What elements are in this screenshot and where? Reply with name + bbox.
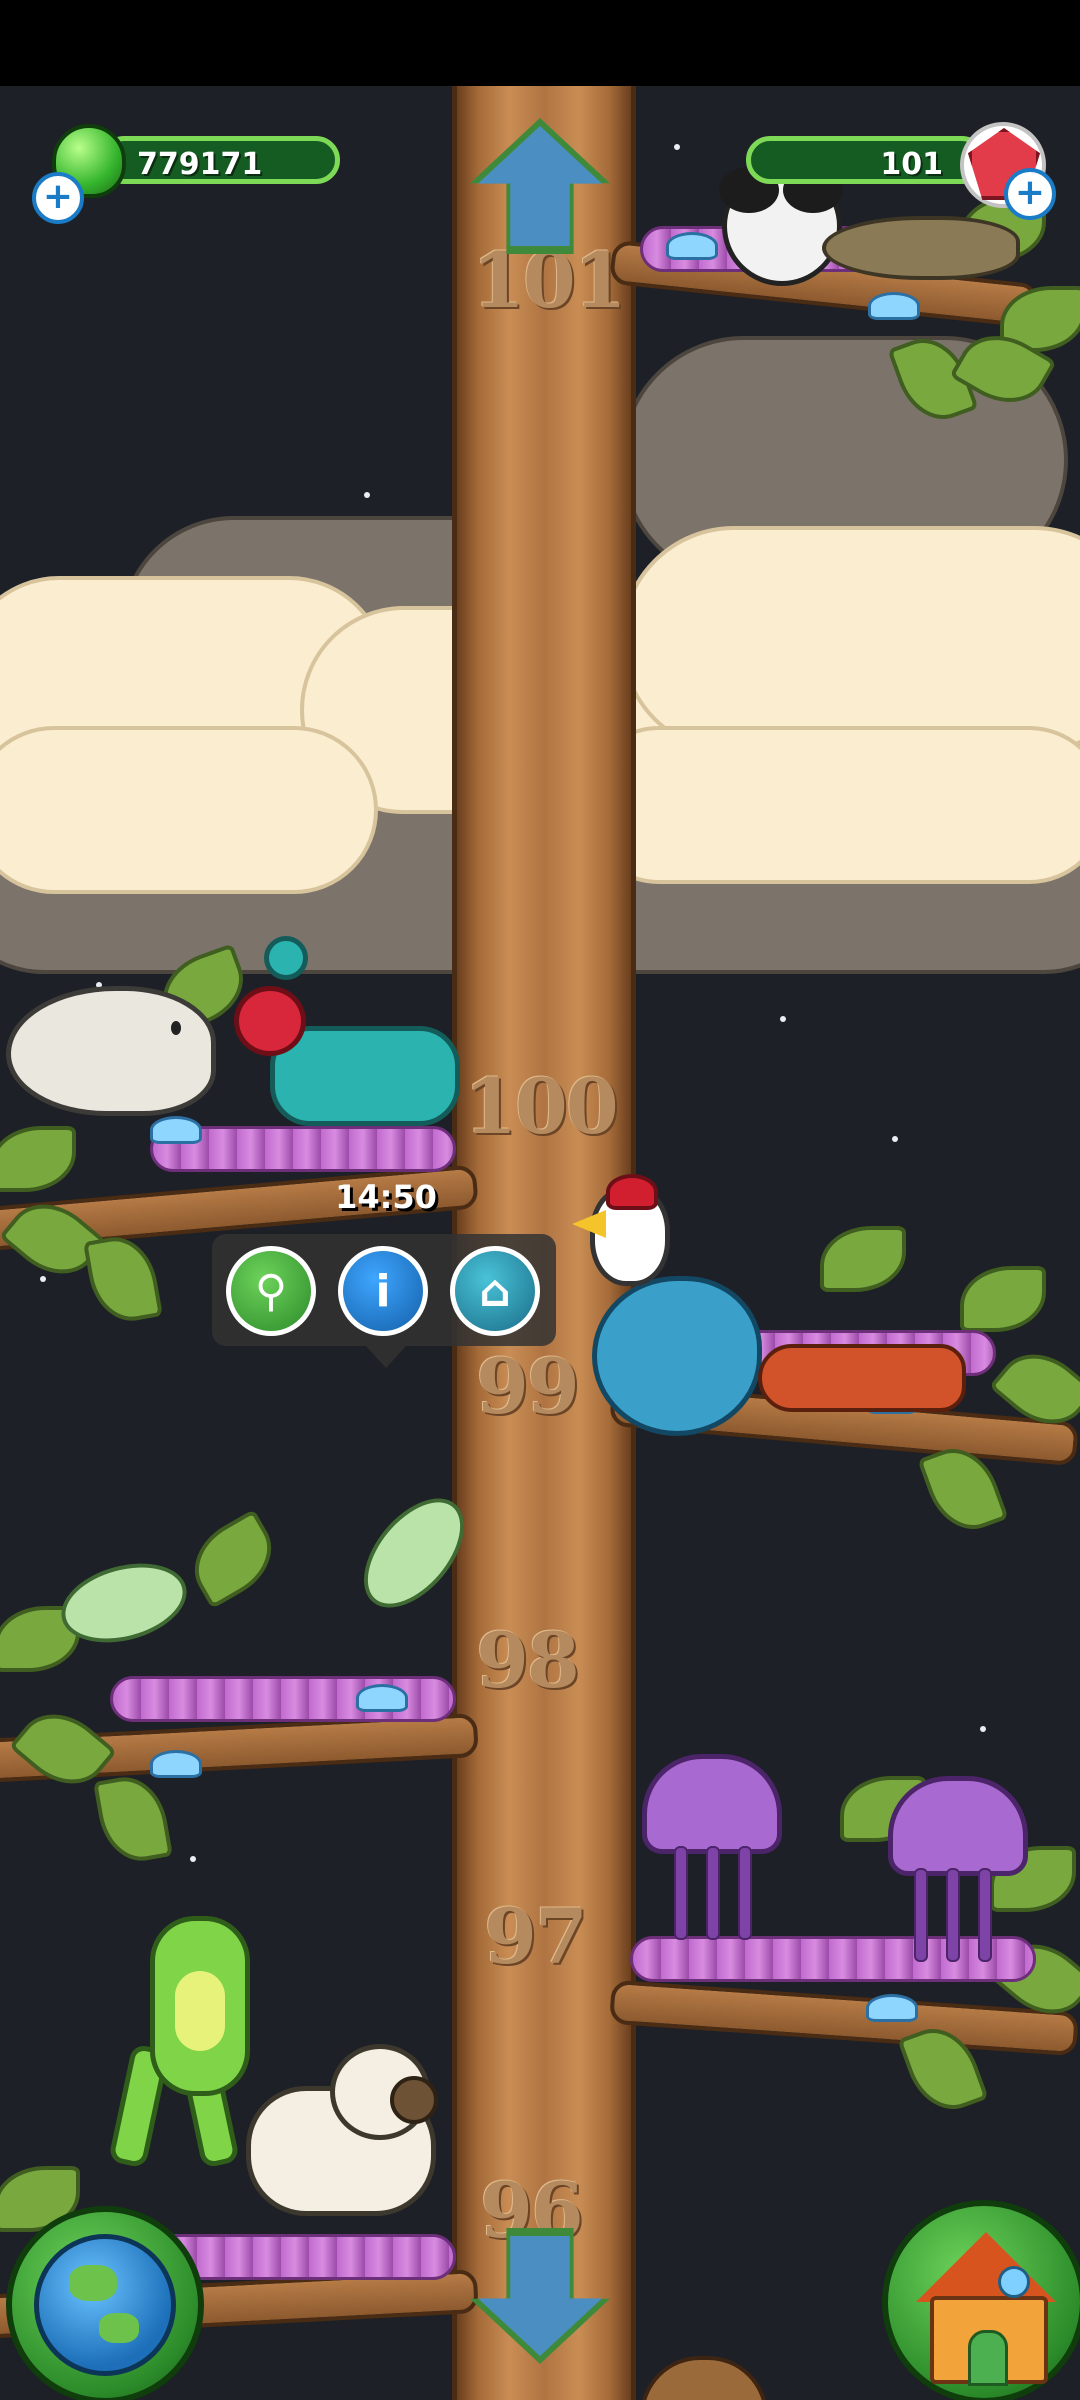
panda-creature[interactable] <box>719 166 843 286</box>
floor-number: 99 <box>476 1342 580 1431</box>
tree-scene[interactable]: 101 100 99 98 97 96 779171 + 101 + 14:50… <box>0 86 1080 2400</box>
rooster-beak <box>572 1210 606 1238</box>
jellyfish-creature[interactable] <box>888 1776 1028 1876</box>
floor-number: 100 <box>464 1062 619 1151</box>
butterfly <box>356 1684 408 1712</box>
butterfly <box>866 1994 918 2022</box>
butterfly <box>868 292 920 320</box>
house-icon <box>910 2226 1060 2386</box>
creature-action-panel: ⚲ i ⌂ <box>212 1234 556 1368</box>
scroll-down-button[interactable] <box>470 2228 610 2364</box>
leaf <box>179 1508 287 1610</box>
coin-counter-bar: 779171 <box>100 136 340 184</box>
net-icon: ⚲ <box>254 1265 288 1317</box>
catch-net-button[interactable]: ⚲ <box>226 1246 316 1336</box>
jellyfish-tentacle <box>706 1846 720 1940</box>
scroll-up-button[interactable] <box>470 118 610 254</box>
rooster-comb <box>606 1174 658 1210</box>
info-button[interactable]: i <box>338 1246 428 1336</box>
leaf <box>93 1770 173 1868</box>
star <box>980 1726 986 1732</box>
leaf <box>820 1226 906 1292</box>
mantis-eye <box>264 936 308 980</box>
coin-counter-value: 779171 <box>137 147 263 182</box>
system-status-bar <box>0 0 1080 86</box>
star <box>674 144 680 150</box>
cloud-light <box>0 726 378 894</box>
star <box>892 1136 898 1142</box>
nest <box>630 1936 1036 1982</box>
leaf <box>83 1230 163 1328</box>
butterfly <box>150 1750 202 1778</box>
leaf <box>0 1126 76 1192</box>
habitat-button[interactable]: ⌂ <box>450 1246 540 1336</box>
leaf <box>960 1266 1046 1332</box>
star <box>780 1016 786 1022</box>
rat-creature[interactable] <box>822 216 1020 280</box>
jellyfish-tentacle <box>674 1846 688 1940</box>
add-coins-button[interactable]: + <box>32 172 84 224</box>
star <box>364 492 370 498</box>
frog-creature[interactable] <box>150 1916 250 2096</box>
habitat-home-button[interactable] <box>882 2200 1080 2400</box>
jellyfish-tentacle <box>738 1846 752 1940</box>
sheep-horn <box>390 2076 438 2124</box>
jellyfish-creature[interactable] <box>642 1754 782 1854</box>
habitat-icon: ⌂ <box>479 1265 511 1317</box>
gem-counter-bar: 101 <box>746 136 986 184</box>
creature-timer: 14:50 <box>335 1178 437 1216</box>
cloud-light <box>620 526 1080 754</box>
world-map-button[interactable] <box>6 2206 204 2400</box>
jellyfish-tentacle <box>946 1868 960 1962</box>
jellyfish-tentacle <box>914 1868 928 1962</box>
floor-number: 97 <box>484 1892 588 1981</box>
star <box>190 1856 196 1862</box>
seal-creature[interactable] <box>6 986 216 1116</box>
add-gems-button[interactable]: + <box>1004 168 1056 220</box>
rooster-creature[interactable] <box>592 1276 762 1436</box>
globe-icon <box>34 2234 176 2376</box>
butterfly <box>150 1116 202 1144</box>
floor-number: 98 <box>476 1616 580 1705</box>
cloud-light <box>580 726 1080 884</box>
butterfly <box>666 232 718 260</box>
jellyfish-tentacle <box>978 1868 992 1962</box>
partial-creature <box>640 2356 768 2400</box>
gem-counter-value: 101 <box>880 147 943 182</box>
info-icon: i <box>375 1265 391 1317</box>
star <box>40 1276 46 1282</box>
fox-creature[interactable] <box>758 1344 966 1412</box>
mantis-claw <box>234 986 306 1056</box>
